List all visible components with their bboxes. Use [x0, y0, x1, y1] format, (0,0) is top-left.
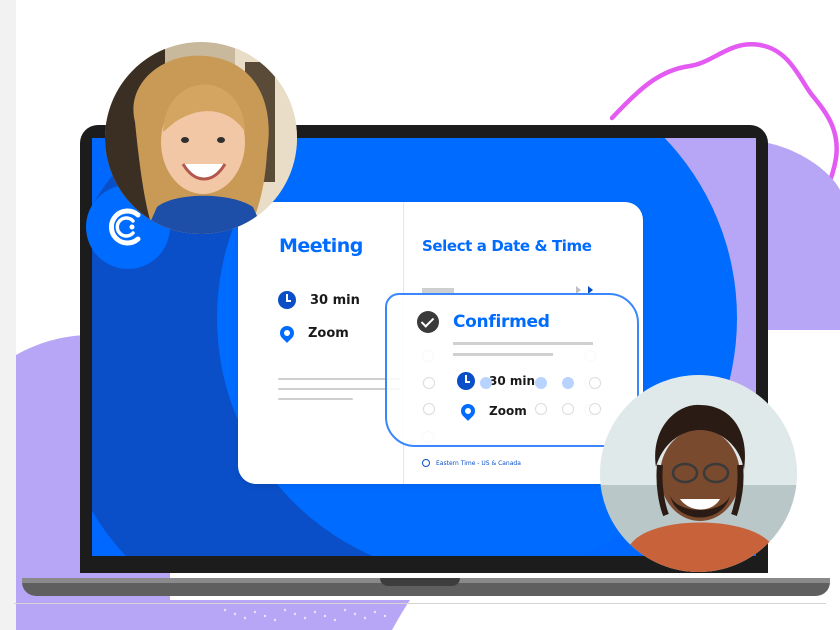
host-avatar	[105, 42, 297, 234]
calendar-day[interactable]	[423, 403, 435, 415]
timezone-label: Eastern Time - US & Canada	[436, 459, 521, 467]
laptop-notch	[380, 578, 460, 586]
confirmation-line	[453, 353, 553, 356]
event-location: Zoom	[308, 325, 349, 341]
calendar-day[interactable]	[480, 377, 492, 389]
confirmation-location-row: Zoom	[458, 401, 527, 421]
description-line	[278, 398, 353, 400]
host-photo	[105, 42, 297, 234]
confirmation-duration-row: 30 min	[457, 372, 535, 390]
location-pin-icon	[277, 323, 297, 343]
description-line	[278, 378, 400, 380]
confirmation-card: Confirmed 30 min Zoom	[385, 293, 639, 447]
calendar-day[interactable]	[423, 377, 435, 389]
scheduler-title: Select a Date & Time	[422, 237, 592, 255]
confirmation-duration: 30 min	[489, 374, 536, 388]
confirmation-location: Zoom	[489, 404, 527, 418]
event-duration-row: 30 min	[278, 289, 360, 311]
floor-line	[14, 603, 826, 604]
description-line	[278, 388, 400, 390]
confirmation-line	[453, 342, 593, 345]
event-title: Meeting	[279, 235, 363, 257]
clock-icon	[457, 372, 475, 390]
clock-icon	[278, 291, 296, 309]
event-location-row: Zoom	[277, 322, 349, 344]
calendar-day[interactable]	[535, 403, 547, 415]
calendar-day[interactable]	[589, 377, 601, 389]
confirmation-status: Confirmed	[453, 312, 550, 332]
globe-icon	[422, 459, 430, 467]
timezone-selector[interactable]: Eastern Time - US & Canada	[422, 459, 521, 467]
calendar-day[interactable]	[562, 403, 574, 415]
invitee-photo	[600, 375, 797, 572]
calendar-day[interactable]	[589, 403, 601, 415]
check-circle-icon	[417, 311, 439, 333]
lavender-bottom-blob	[170, 600, 410, 630]
calendar-day[interactable]	[535, 377, 547, 389]
invitee-avatar	[600, 375, 797, 572]
confirmation-status-row: Confirmed	[417, 311, 550, 333]
location-pin-icon	[458, 401, 478, 421]
hero-illustration: Meeting 30 min Zoom Select a Date & Time	[0, 0, 840, 630]
event-duration: 30 min	[310, 292, 360, 308]
calendar-day[interactable]	[562, 377, 574, 389]
